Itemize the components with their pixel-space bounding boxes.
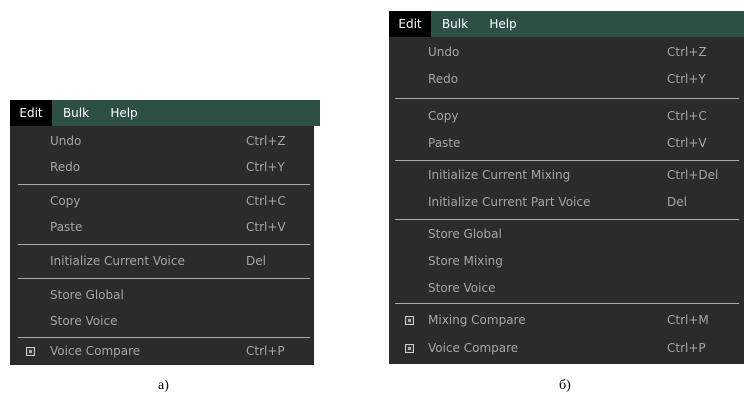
menu-item-shortcut: Ctrl+Z bbox=[667, 45, 707, 59]
menu-item-label: Voice Compare bbox=[50, 344, 141, 358]
caption-b: б) bbox=[559, 378, 571, 393]
menu-item-redo[interactable]: Redo Ctrl+Y bbox=[10, 154, 314, 180]
menu-item-copy[interactable]: Copy Ctrl+C bbox=[10, 188, 314, 214]
menu-item-redo[interactable]: Redo Ctrl+Y bbox=[389, 66, 744, 92]
menu-separator bbox=[395, 160, 739, 161]
menu-item-label: Copy bbox=[428, 109, 459, 123]
checkbox-square-icon bbox=[26, 347, 35, 356]
panel-b-edit-menu: Edit Bulk Help Undo Ctrl+Z Redo Ctrl+Y C… bbox=[389, 11, 744, 364]
checkbox-square-icon bbox=[405, 344, 414, 353]
menu-item-shortcut: Del bbox=[246, 254, 266, 268]
menu-bulk[interactable]: Bulk bbox=[431, 11, 479, 37]
menu-item-copy[interactable]: Copy Ctrl+C bbox=[389, 103, 744, 129]
menu-edit[interactable]: Edit bbox=[389, 11, 431, 37]
menu-item-initialize-current-part-voice[interactable]: Initialize Current Part Voice Del bbox=[389, 189, 744, 215]
menu-item-paste[interactable]: Paste Ctrl+V bbox=[10, 214, 314, 240]
menu-separator bbox=[18, 278, 310, 279]
menu-separator bbox=[18, 184, 310, 185]
menubar: Edit Bulk Help bbox=[10, 100, 320, 126]
menu-item-store-global[interactable]: Store Global bbox=[10, 282, 314, 308]
menu-item-shortcut: Ctrl+V bbox=[667, 136, 707, 150]
menu-separator bbox=[395, 219, 739, 220]
menu-edit[interactable]: Edit bbox=[10, 100, 52, 126]
menu-item-shortcut: Ctrl+Y bbox=[246, 160, 285, 174]
menu-item-label: Copy bbox=[50, 194, 81, 208]
menu-item-label: Redo bbox=[50, 160, 81, 174]
menu-item-store-voice[interactable]: Store Voice bbox=[10, 308, 314, 334]
menu-item-label: Paste bbox=[50, 220, 83, 234]
menu-item-label: Initialize Current Part Voice bbox=[428, 195, 591, 209]
menu-item-shortcut: Ctrl+Z bbox=[246, 134, 286, 148]
menu-item-shortcut: Ctrl+P bbox=[667, 341, 706, 355]
menu-item-label: Voice Compare bbox=[428, 341, 519, 355]
menu-help[interactable]: Help bbox=[100, 100, 148, 126]
edit-dropdown: Undo Ctrl+Z Redo Ctrl+Y Copy Ctrl+C Past… bbox=[10, 126, 314, 365]
menu-item-label: Initialize Current Voice bbox=[50, 254, 185, 268]
menu-item-store-mixing[interactable]: Store Mixing bbox=[389, 248, 744, 274]
menu-item-shortcut: Ctrl+C bbox=[246, 194, 286, 208]
menu-item-label: Undo bbox=[50, 134, 82, 148]
menu-item-store-voice[interactable]: Store Voice bbox=[389, 275, 744, 301]
menu-item-undo[interactable]: Undo Ctrl+Z bbox=[389, 39, 744, 65]
menu-item-label: Redo bbox=[428, 72, 459, 86]
menu-item-voice-compare[interactable]: Voice Compare Ctrl+P bbox=[10, 338, 314, 364]
menu-item-initialize-current-voice[interactable]: Initialize Current Voice Del bbox=[10, 248, 314, 274]
caption-a: a) bbox=[158, 378, 169, 393]
menu-item-shortcut: Del bbox=[667, 195, 687, 209]
menu-item-paste[interactable]: Paste Ctrl+V bbox=[389, 130, 744, 156]
menu-item-label: Initialize Current Mixing bbox=[428, 168, 571, 182]
menubar: Edit Bulk Help bbox=[389, 11, 744, 37]
menu-item-label: Store Voice bbox=[50, 314, 118, 328]
menu-item-label: Store Global bbox=[50, 288, 124, 302]
menu-item-initialize-current-mixing[interactable]: Initialize Current Mixing Ctrl+Del bbox=[389, 162, 744, 188]
menu-item-shortcut: Ctrl+M bbox=[667, 313, 709, 327]
menu-item-voice-compare[interactable]: Voice Compare Ctrl+P bbox=[389, 335, 744, 361]
menu-separator bbox=[395, 98, 739, 99]
menu-item-label: Paste bbox=[428, 136, 461, 150]
menu-item-label: Mixing Compare bbox=[428, 313, 526, 327]
menu-item-mixing-compare[interactable]: Mixing Compare Ctrl+M bbox=[389, 307, 744, 333]
panel-a-edit-menu: Edit Bulk Help Undo Ctrl+Z Redo Ctrl+Y C… bbox=[10, 100, 320, 365]
menu-item-shortcut: Ctrl+C bbox=[667, 109, 707, 123]
menu-item-shortcut: Ctrl+P bbox=[246, 344, 285, 358]
menu-item-label: Store Voice bbox=[428, 281, 496, 295]
menu-separator bbox=[395, 303, 739, 304]
edit-dropdown: Undo Ctrl+Z Redo Ctrl+Y Copy Ctrl+C Past… bbox=[389, 37, 744, 364]
menu-item-label: Undo bbox=[428, 45, 460, 59]
menu-item-shortcut: Ctrl+Del bbox=[667, 168, 719, 182]
checkbox-square-icon bbox=[405, 316, 414, 325]
menu-item-label: Store Global bbox=[428, 227, 502, 241]
menu-item-store-global[interactable]: Store Global bbox=[389, 221, 744, 247]
menu-item-label: Store Mixing bbox=[428, 254, 503, 268]
menu-help[interactable]: Help bbox=[479, 11, 527, 37]
menu-item-shortcut: Ctrl+Y bbox=[667, 72, 706, 86]
menu-separator bbox=[18, 244, 310, 245]
menu-bulk[interactable]: Bulk bbox=[52, 100, 100, 126]
menu-item-undo[interactable]: Undo Ctrl+Z bbox=[10, 128, 314, 154]
menu-item-shortcut: Ctrl+V bbox=[246, 220, 286, 234]
